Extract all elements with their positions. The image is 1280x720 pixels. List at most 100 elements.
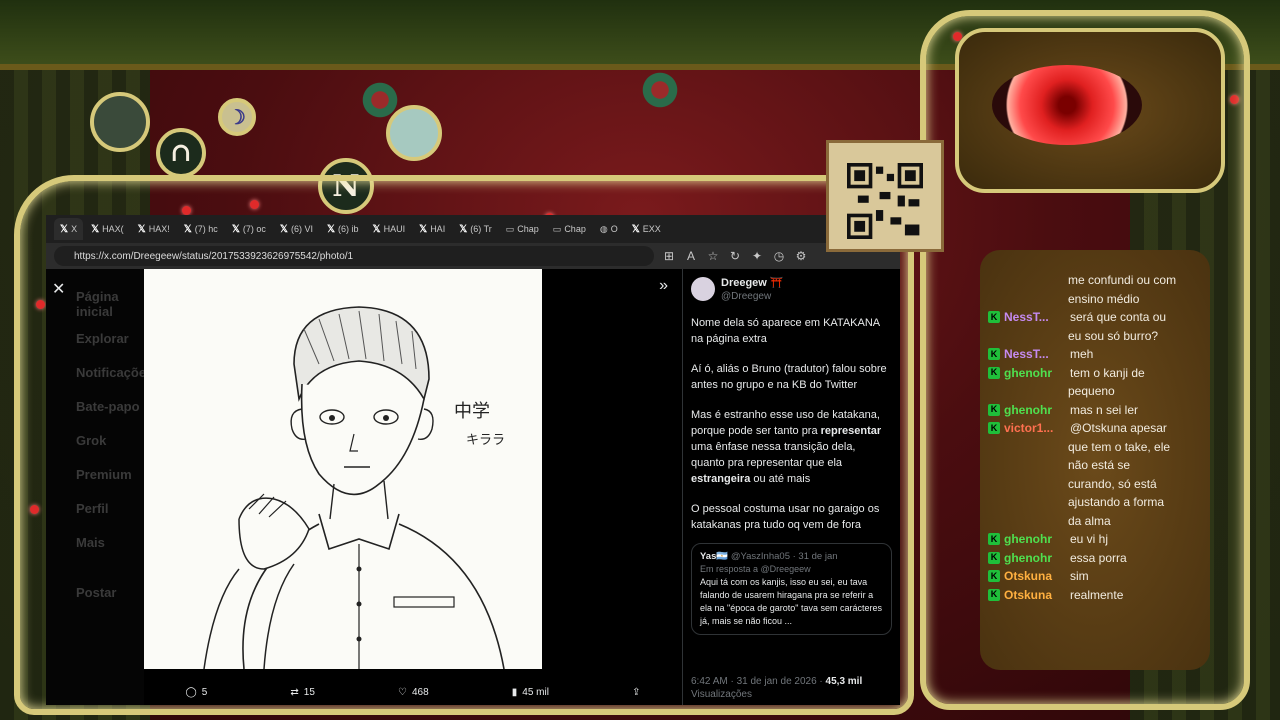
tab[interactable]: 𝕏 (6) ib xyxy=(321,218,365,240)
chat-username[interactable]: ghenohr xyxy=(1004,549,1066,568)
chat-message: Kghenohr eu vi hj xyxy=(988,530,1204,549)
tweet-author[interactable]: Dreegew ⛩️ @Dreegew xyxy=(691,269,892,303)
tab[interactable]: 𝕏 HAX! xyxy=(132,218,176,240)
chat-message-text: mas n sei ler xyxy=(1070,402,1139,417)
quote-text: Aqui tá com os kanjis, isso eu sei, eu t… xyxy=(700,577,882,626)
chat-username[interactable]: victor1... xyxy=(1004,419,1066,438)
avatar[interactable] xyxy=(691,277,715,301)
reply-button[interactable]: ◯ 5 xyxy=(186,687,208,698)
close-icon[interactable]: ✕ xyxy=(52,279,65,299)
chat-message: da alma xyxy=(988,512,1204,531)
reply-icon: ◯ xyxy=(185,686,197,698)
tab[interactable]: 𝕏 HAUI xyxy=(367,218,412,240)
quote-reply-to: Em resposta a @Dreegeew xyxy=(700,564,811,574)
qr-scroll xyxy=(826,140,944,252)
post-button[interactable]: Postar xyxy=(46,575,144,609)
sidebar-item-grok[interactable]: Grok xyxy=(46,423,144,457)
repost-button[interactable]: ⇄ 15 xyxy=(290,687,315,698)
x-logo-icon: 𝕏 xyxy=(60,223,69,235)
quote-handle: @YaszInha05 · 31 de jan xyxy=(730,551,838,562)
tab-label: (7) oc xyxy=(242,224,266,234)
refresh-icon[interactable]: ↻ xyxy=(728,249,742,263)
sidebar-item-notifications[interactable]: Notificações xyxy=(46,355,153,389)
extension-icon[interactable]: ✦ xyxy=(750,249,764,263)
page-icon: ▭ xyxy=(505,223,515,234)
tab-label: (7) hc xyxy=(194,224,218,234)
tweet-paragraph: Mas é estranho esse uso de katakana, por… xyxy=(691,407,892,487)
chat-message: eu sou só burro? xyxy=(988,327,1204,346)
sidebar-item-premium[interactable]: Premium xyxy=(46,457,144,491)
tweet-panel: Dreegew ⛩️ @Dreegew Nome dela só aparece… xyxy=(682,269,900,705)
medallion-portrait-icon xyxy=(90,92,150,152)
share-button[interactable]: ⇪ xyxy=(632,687,640,698)
tweet-timestamp: 6:42 AM · 31 de jan de 2026 · xyxy=(691,676,826,687)
sidebar-item-profile[interactable]: Perfil xyxy=(46,491,144,525)
tweet-paragraph: O pessoal costuma usar no garaigo os kat… xyxy=(691,503,880,531)
qr-code-icon xyxy=(847,163,923,239)
tab[interactable]: ◍ O xyxy=(594,218,624,240)
tab-bar: 𝕏X 𝕏 HAX( 𝕏 HAX! 𝕏 (7) hc 𝕏 (7) oc 𝕏 (6) VI 𝕏… xyxy=(46,215,900,243)
tab-label: HAX! xyxy=(148,224,170,234)
sidebar-item-chat[interactable]: Bate-papo xyxy=(46,389,144,423)
chat-username[interactable]: ghenohr xyxy=(1004,364,1066,383)
chat-message-text: ensino médio xyxy=(1068,291,1140,306)
views-button[interactable]: ▮ 45 mil xyxy=(512,687,549,698)
tweet-bold-text: representar xyxy=(820,425,882,437)
browser-window: 𝕏X 𝕏 HAX( 𝕏 HAX! 𝕏 (7) hc 𝕏 (7) oc 𝕏 (6) VI 𝕏… xyxy=(46,215,900,705)
chat-username[interactable]: Otskuna xyxy=(1004,586,1066,605)
chat-message-text: meh xyxy=(1070,347,1094,361)
expand-panel-icon[interactable]: » xyxy=(659,277,668,295)
chat-username[interactable]: ghenohr xyxy=(1004,401,1066,420)
sidebar-item-explore[interactable]: Explorar xyxy=(46,321,144,355)
tab[interactable]: 𝕏 (7) hc xyxy=(178,218,224,240)
globe-icon: ◍ xyxy=(599,223,608,234)
tab[interactable]: 𝕏 (6) VI xyxy=(274,218,319,240)
tab[interactable]: 𝕏 HAI xyxy=(413,218,451,240)
tweet-paragraph: Aí ó, aliás o Bruno (tradutor) falou sob… xyxy=(691,363,887,391)
chat-message-text: realmente xyxy=(1070,587,1124,602)
chat-message-text: @Otskuna apesar xyxy=(1070,421,1167,435)
tab[interactable]: ▭ Chap xyxy=(500,218,545,240)
author-handle[interactable]: @Dreegew xyxy=(721,291,784,303)
tweet-body: Nome dela só aparece em KATAKANA na pági… xyxy=(691,315,892,533)
tab-label: HAUI xyxy=(383,224,406,234)
chat-username[interactable]: NessT... xyxy=(1004,345,1066,364)
settings-gear-icon[interactable]: ⚙ xyxy=(794,249,808,263)
apps-icon[interactable]: ⊞ xyxy=(662,249,676,263)
tab[interactable]: 𝕏 HAX( xyxy=(85,218,130,240)
tab[interactable]: 𝕏 (7) oc xyxy=(226,218,272,240)
chat-message-text: curando, só está xyxy=(1068,476,1157,491)
chat-message: Kghenohr tem o kanji de xyxy=(988,364,1204,383)
tab[interactable]: ▭ Chap xyxy=(547,218,592,240)
tweet-views-count: 45,3 mil xyxy=(825,676,863,687)
quote-header: Yas🇦🇷 @YaszInha05 · 31 de jan xyxy=(700,550,883,563)
author-name[interactable]: Dreegew ⛩️ xyxy=(721,275,784,291)
sketch-drawing xyxy=(203,306,505,670)
tab-label: Chap xyxy=(517,224,539,234)
tweet-meta: 6:42 AM · 31 de jan de 2026 · 45,3 mil V… xyxy=(691,675,862,701)
quoted-reply[interactable]: Yas🇦🇷 @YaszInha05 · 31 de jan Em respost… xyxy=(691,543,892,635)
history-icon[interactable]: ◷ xyxy=(772,249,786,263)
horseshoe-icon: ∩ xyxy=(156,128,206,178)
chat-message-text: sim xyxy=(1070,569,1089,583)
chat-message: não está se xyxy=(988,456,1204,475)
chat-username[interactable]: NessT... xyxy=(1004,308,1066,327)
sidebar-item-more[interactable]: Mais xyxy=(46,525,144,559)
chat-username[interactable]: ghenohr xyxy=(1004,530,1066,549)
tab[interactable]: 𝕏 EXX xyxy=(626,218,667,240)
favorite-star-icon[interactable]: ☆ xyxy=(706,249,720,263)
url-input[interactable] xyxy=(54,246,654,266)
kick-badge-icon: K xyxy=(988,551,1000,564)
share-icon: ⇪ xyxy=(632,686,641,698)
read-aloud-icon[interactable]: A xyxy=(684,249,698,263)
chat-message-text: eu vi hj xyxy=(1070,532,1109,546)
like-button[interactable]: ♡ 468 xyxy=(398,687,429,698)
tab[interactable]: 𝕏X xyxy=(54,218,84,240)
chat-message-text: que tem o take, ele xyxy=(1068,439,1171,454)
x-logo-icon: 𝕏 xyxy=(231,223,240,235)
christmas-light xyxy=(182,206,191,215)
chat-message: me confundi ou com xyxy=(988,271,1204,290)
chat-username[interactable]: Otskuna xyxy=(1004,567,1066,586)
tab-label: (6) ib xyxy=(338,224,359,234)
tab[interactable]: 𝕏 (6) Tr xyxy=(453,218,498,240)
